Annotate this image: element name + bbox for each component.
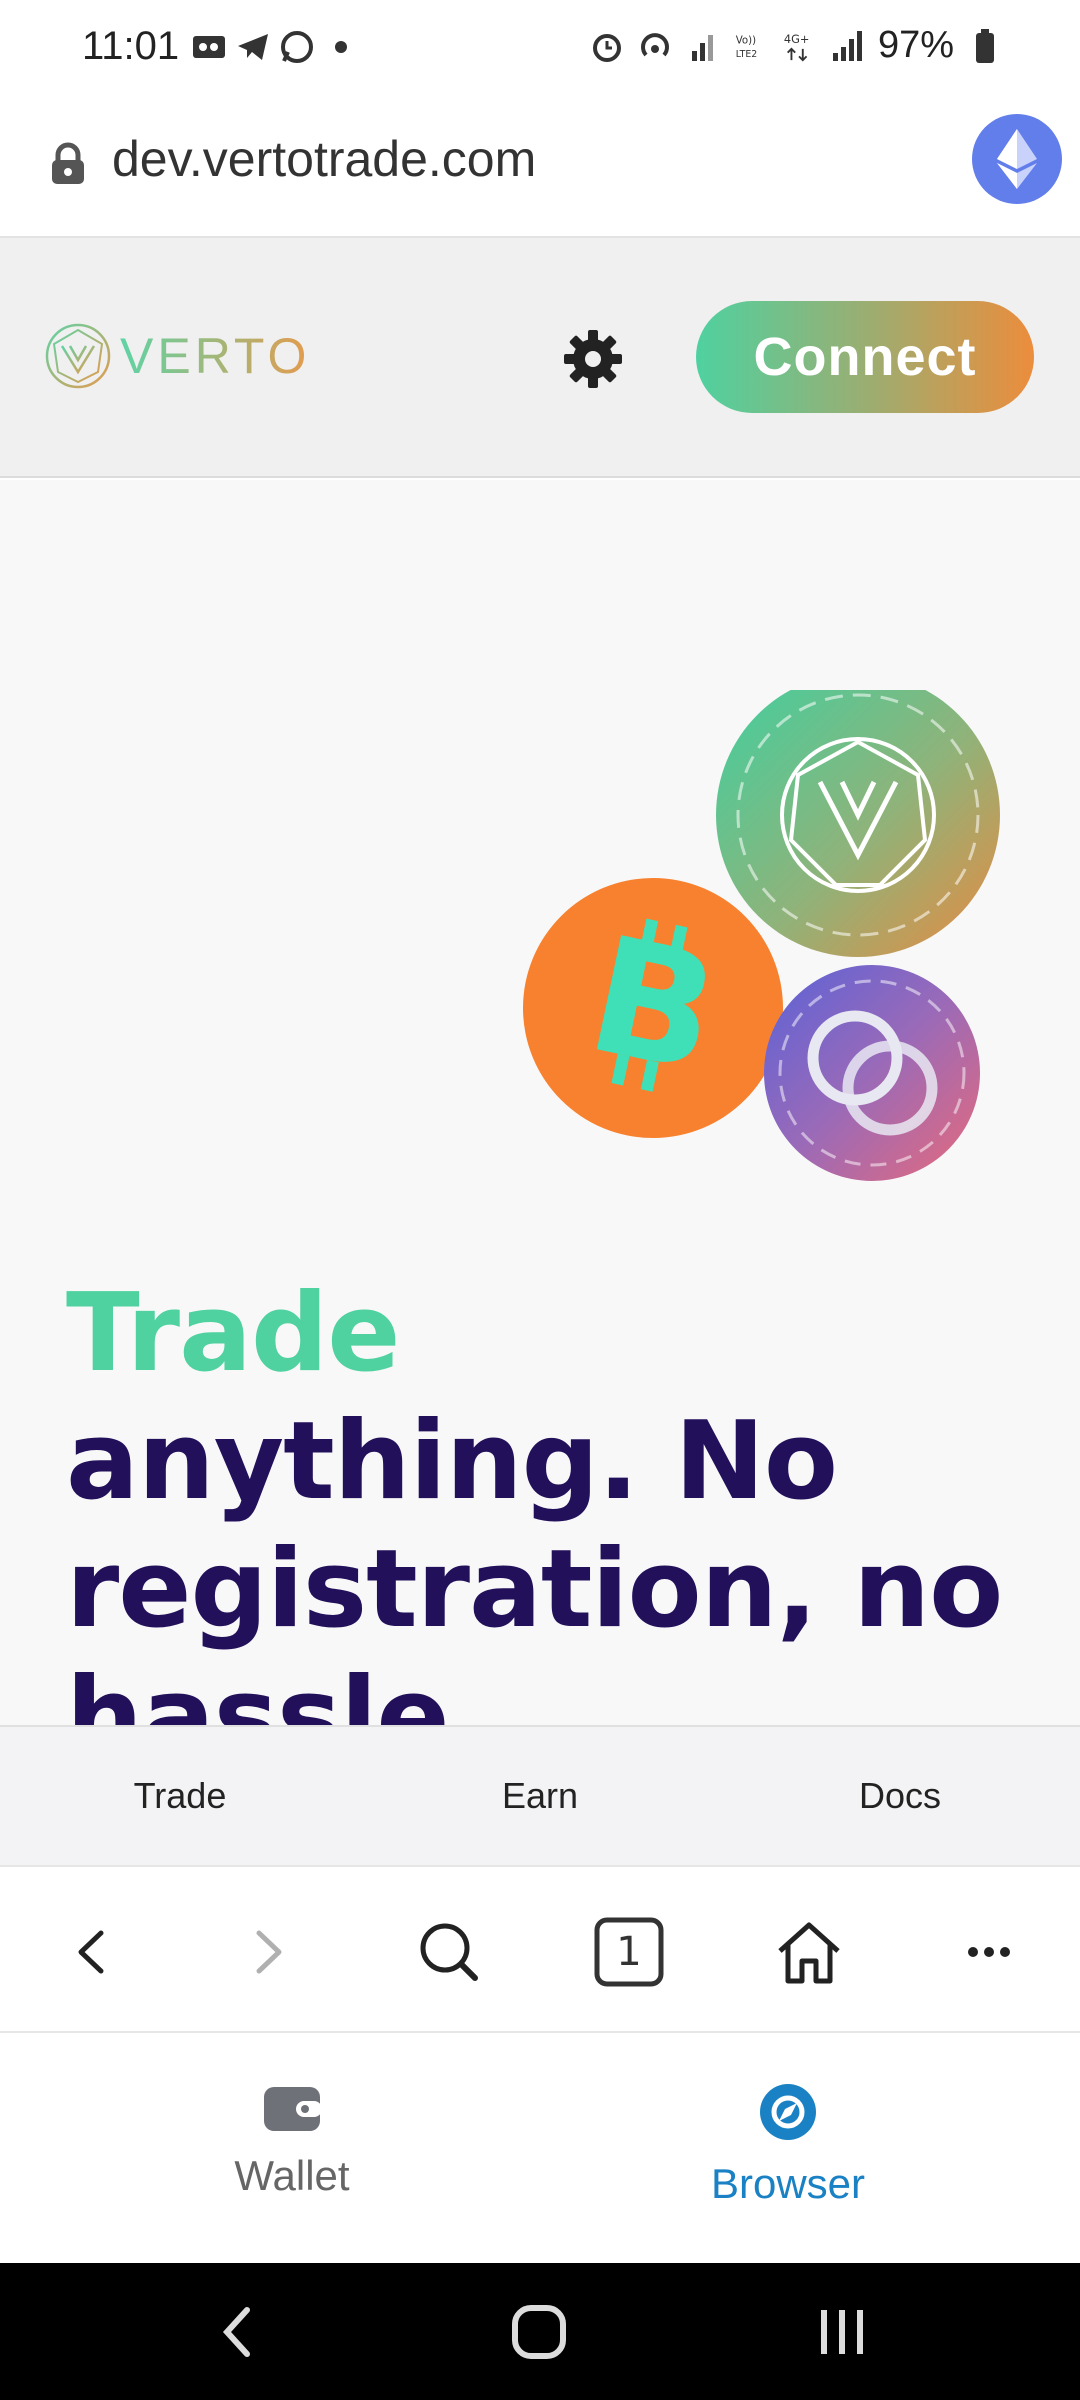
hero-title-rest: anything. No registration, no hassle.: [66, 1399, 1003, 1725]
browser-compass-icon: [759, 2083, 817, 2146]
hero-title-accent: Trade: [66, 1271, 401, 1396]
wallet-icon: [262, 2083, 322, 2138]
browser-label: Browser: [710, 2160, 866, 2207]
system-recents-icon[interactable]: [808, 2297, 878, 2367]
signal-icon: [830, 29, 864, 63]
site-bottom-nav: Trade Earn Docs: [0, 1725, 1080, 1865]
home-icon[interactable]: [764, 1907, 854, 1997]
dot-icon: [324, 30, 358, 64]
nav-trade[interactable]: Trade: [0, 1727, 360, 1865]
bitcoin-coin-icon: B: [523, 878, 783, 1138]
status-time: 11:01: [82, 24, 180, 68]
verto-logo[interactable]: VERTO: [44, 322, 310, 390]
svg-text:4G+: 4G+: [784, 32, 809, 46]
tab-browser[interactable]: Browser: [638, 2083, 938, 2208]
hero-title: Trade anything. No registration, no hass…: [66, 1270, 1026, 1725]
connect-wallet-button[interactable]: Connect: [696, 301, 1034, 413]
status-right: Vo)) LTE2 4G+ 97%: [590, 24, 1002, 67]
forward-icon[interactable]: [224, 1907, 314, 1997]
back-icon[interactable]: [46, 1907, 136, 1997]
tab-count: 1: [616, 1929, 642, 1975]
roaming-signal-icon: [686, 29, 720, 63]
wallet-label: Wallet: [234, 2152, 350, 2199]
nav-earn[interactable]: Earn: [360, 1727, 720, 1865]
4g-icon: 4G+: [782, 29, 816, 63]
search-icon[interactable]: [404, 1907, 494, 1997]
tabs-icon[interactable]: 1: [584, 1907, 674, 1997]
whatsapp-icon: [280, 30, 314, 64]
browser-toolbar: 1: [0, 1865, 1080, 2033]
more-options-icon[interactable]: [944, 1907, 1034, 1997]
battery-icon: [968, 28, 1002, 63]
token-coin-icon: [764, 965, 980, 1181]
volte-icon: Vo)) LTE2: [734, 29, 768, 63]
system-home-icon[interactable]: [504, 2297, 574, 2367]
voicemail-icon: [192, 30, 226, 64]
lock-icon[interactable]: [48, 142, 88, 186]
battery-percent: 97%: [877, 24, 954, 66]
system-back-icon[interactable]: [202, 2297, 272, 2367]
ethereum-network-icon[interactable]: [972, 114, 1062, 204]
verto-logo-text: VERTO: [120, 328, 311, 384]
address-bar[interactable]: dev.vertotrade.com: [0, 100, 1080, 238]
notification-icons: [192, 30, 358, 64]
verto-coin-icon: [716, 690, 1000, 957]
tab-wallet[interactable]: Wallet: [142, 2083, 442, 2200]
site-header: VERTO Connect: [0, 238, 1080, 478]
svg-text:Vo)): Vo)): [736, 35, 756, 46]
nav-docs[interactable]: Docs: [720, 1727, 1080, 1865]
status-bar: 11:01 Vo)) LTE2 4G+ 97%: [0, 0, 1080, 100]
telegram-icon: [236, 30, 270, 64]
system-nav-bar: [0, 2263, 1080, 2400]
hero-section: B Trade anything. No registration, no ha…: [0, 480, 1080, 1725]
app-tab-bar: Wallet Browser: [0, 2033, 1080, 2263]
hotspot-icon: [638, 29, 672, 63]
settings-gear-icon[interactable]: [562, 328, 624, 390]
svg-text:LTE2: LTE2: [736, 49, 758, 60]
url-text[interactable]: dev.vertotrade.com: [112, 130, 536, 188]
coins-illustration: B: [523, 690, 1000, 1181]
alarm-icon: [590, 29, 624, 63]
verto-logo-icon: [45, 323, 111, 389]
